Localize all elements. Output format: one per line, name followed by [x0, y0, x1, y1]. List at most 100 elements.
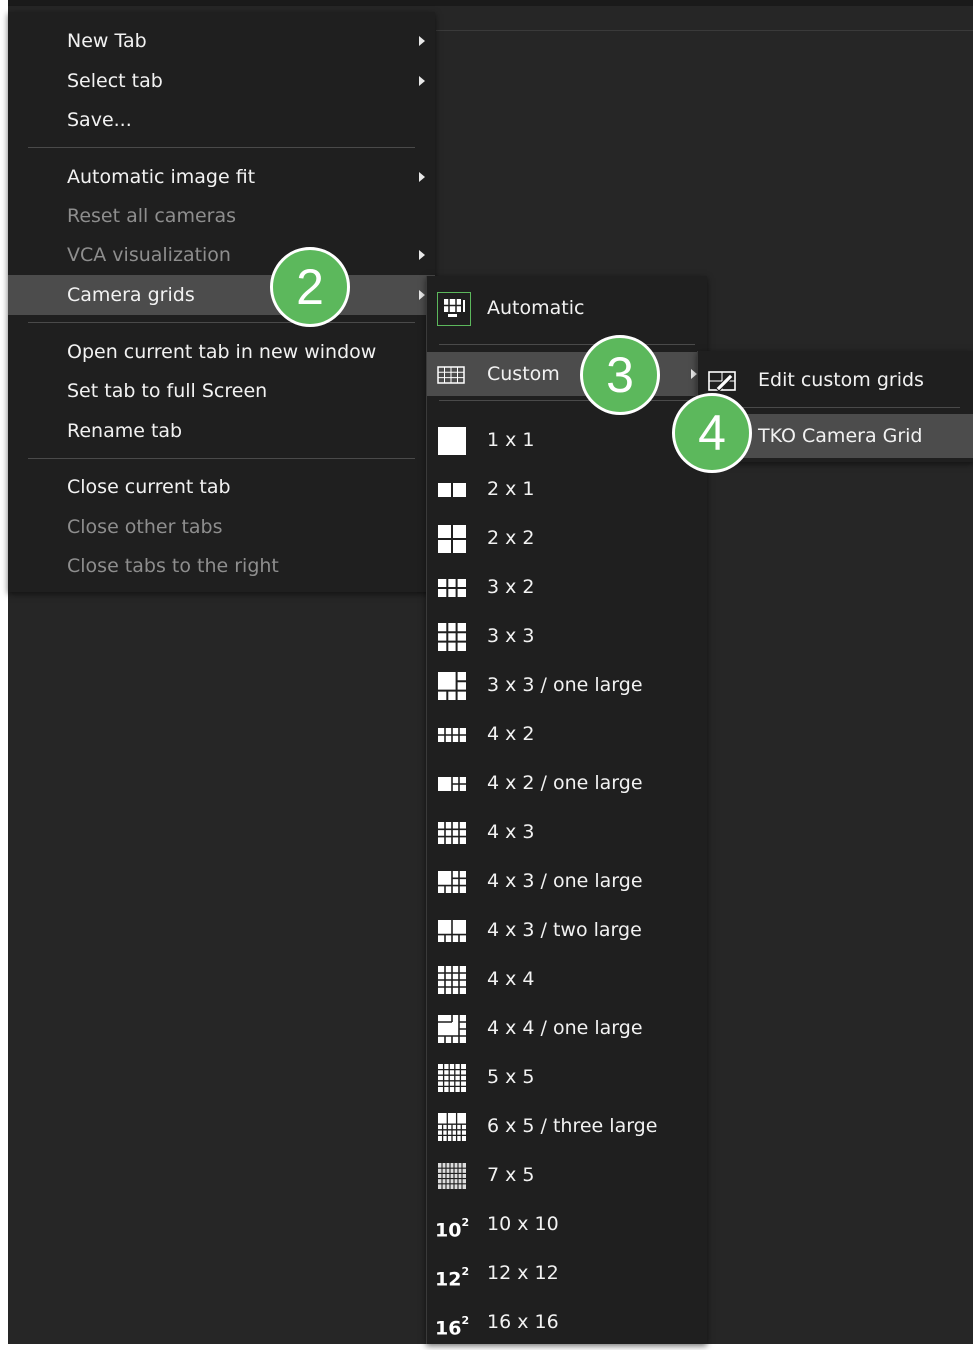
grid-3x2-icon: [437, 573, 467, 603]
menu-separator: [28, 147, 415, 148]
grid-item-custom[interactable]: Custom: [427, 352, 707, 396]
grid-item-16x16[interactable]: 162 16 x 16: [427, 1300, 707, 1344]
menu-item-label: Edit custom grids: [758, 369, 924, 391]
icon-number: 10: [435, 1219, 462, 1242]
grid-item-4x3-two-large[interactable]: 4 x 3 / two large: [427, 908, 707, 952]
grid-5x5-icon: [437, 1063, 467, 1093]
grid-item-label: 5 x 5: [487, 1066, 535, 1088]
grid-item-4x4[interactable]: 4 x 4: [427, 957, 707, 1001]
grid-item-label: 4 x 4 / one large: [487, 1017, 643, 1039]
menu-item-select-tab[interactable]: Select tab: [8, 61, 435, 101]
submenu-arrow-icon: [419, 250, 425, 260]
grid-item-label: 4 x 3 / two large: [487, 919, 642, 941]
menu-item-label: VCA visualization: [67, 244, 231, 266]
grid-item-label: 12 x 12: [487, 1262, 559, 1284]
menu-item-reset-all-cameras: Reset all cameras: [8, 196, 435, 236]
grid-6x5-three-large-icon: [437, 1112, 467, 1142]
grid-item-7x5[interactable]: 7 x 5: [427, 1153, 707, 1197]
tab-context-menu: New Tab Select tab Save... Automatic ima…: [8, 12, 435, 592]
menu-item-open-in-new-window[interactable]: Open current tab in new window: [8, 332, 435, 372]
menu-item-close-tabs-right: Close tabs to the right: [8, 546, 435, 586]
submenu-arrow-icon: [419, 290, 425, 300]
menu-item-full-screen[interactable]: Set tab to full Screen: [8, 371, 435, 411]
menu-item-label: Select tab: [67, 70, 163, 92]
grid-item-label: 16 x 16: [487, 1311, 559, 1333]
grid-item-12x12[interactable]: 122 12 x 12: [427, 1251, 707, 1295]
grid-item-5x5[interactable]: 5 x 5: [427, 1055, 707, 1099]
grid-item-2x1[interactable]: 2 x 1: [427, 467, 707, 511]
grid-item-label: 2 x 2: [487, 527, 535, 549]
menu-item-label: New Tab: [67, 30, 147, 52]
grid-item-label: 4 x 2 / one large: [487, 772, 643, 794]
grid-12x12-icon: 122: [435, 1253, 469, 1301]
menu-item-edit-custom-grids[interactable]: Edit custom grids: [698, 358, 973, 402]
menu-item-label: Close tabs to the right: [67, 555, 279, 577]
grid-item-4x3[interactable]: 4 x 3: [427, 810, 707, 854]
menu-item-close-current-tab[interactable]: Close current tab: [8, 467, 435, 507]
grid-4x2-one-large-icon: [437, 769, 467, 799]
menu-item-label: Set tab to full Screen: [67, 380, 268, 402]
grid-4x2-icon: [437, 720, 467, 750]
grid-item-4x3-one-large[interactable]: 4 x 3 / one large: [427, 859, 707, 903]
grid-3x3-icon: [437, 622, 467, 652]
submenu-arrow-icon: [419, 76, 425, 86]
step-badge-3: 3: [580, 335, 660, 415]
grid-4x3-one-large-icon: [437, 867, 467, 897]
grid-item-automatic[interactable]: Automatic: [427, 286, 707, 330]
grid-2x2-icon: [437, 524, 467, 554]
menu-item-new-tab[interactable]: New Tab: [8, 21, 435, 61]
custom-grid-icon: [437, 360, 467, 390]
icon-number: 12: [435, 1268, 462, 1291]
icon-exponent: 2: [461, 1265, 470, 1278]
menu-item-vca-visualization: VCA visualization: [8, 235, 435, 275]
menu-item-label: TKO Camera Grid: [758, 425, 923, 447]
grid-item-4x2[interactable]: 4 x 2: [427, 712, 707, 756]
grid-4x3-icon: [437, 818, 467, 848]
grid-item-10x10[interactable]: 102 10 x 10: [427, 1202, 707, 1246]
menu-item-label: Automatic image fit: [67, 166, 256, 188]
grid-2x1-icon: [437, 475, 467, 505]
grid-item-2x2[interactable]: 2 x 2: [427, 516, 707, 560]
menu-separator: [710, 407, 960, 408]
grid-3x3-one-large-icon: [437, 671, 467, 701]
icon-exponent: 2: [461, 1216, 470, 1229]
menu-item-save[interactable]: Save...: [8, 100, 435, 140]
menu-item-label: Rename tab: [67, 420, 183, 442]
grid-item-4x2-one-large[interactable]: 4 x 2 / one large: [427, 761, 707, 805]
grid-item-6x5-three-large[interactable]: 6 x 5 / three large: [427, 1104, 707, 1148]
menu-item-label: Open current tab in new window: [67, 341, 377, 363]
menu-item-label: Close other tabs: [67, 516, 223, 538]
grid-4x3-two-large-icon: [437, 916, 467, 946]
grid-item-3x2[interactable]: 3 x 2: [427, 565, 707, 609]
grid-4x4-icon: [437, 965, 467, 995]
grid-item-4x4-one-large[interactable]: 4 x 4 / one large: [427, 1006, 707, 1050]
grid-item-label: 4 x 2: [487, 723, 535, 745]
tab-strip-line: [436, 30, 973, 31]
grid-item-label: 2 x 1: [487, 478, 535, 500]
grid-item-3x3[interactable]: 3 x 3: [427, 614, 707, 658]
grid-item-label: 4 x 4: [487, 968, 535, 990]
menu-separator: [439, 344, 695, 345]
menu-item-camera-grids[interactable]: Camera grids: [8, 275, 435, 315]
menu-item-rename-tab[interactable]: Rename tab: [8, 411, 435, 451]
submenu-arrow-icon: [419, 172, 425, 182]
grid-item-label: 6 x 5 / three large: [487, 1115, 658, 1137]
grid-item-label: Custom: [487, 363, 560, 385]
grid-item-label: 7 x 5: [487, 1164, 535, 1186]
menu-item-label: Reset all cameras: [67, 205, 236, 227]
menu-separator: [28, 322, 415, 323]
menu-item-close-other-tabs: Close other tabs: [8, 507, 435, 547]
grid-item-1x1[interactable]: 1 x 1: [427, 418, 707, 462]
grid-item-label: 3 x 2: [487, 576, 535, 598]
menu-separator: [439, 400, 695, 401]
menu-item-label: Save...: [67, 109, 132, 131]
icon-exponent: 2: [461, 1314, 470, 1327]
grid-item-label: 4 x 3: [487, 821, 535, 843]
menu-item-automatic-image-fit[interactable]: Automatic image fit: [8, 157, 435, 197]
grid-item-label: 4 x 3 / one large: [487, 870, 643, 892]
grid-item-label: 10 x 10: [487, 1213, 559, 1235]
grid-10x10-icon: 102: [435, 1204, 469, 1252]
grid-7x5-icon: [437, 1161, 467, 1191]
grid-item-3x3-one-large[interactable]: 3 x 3 / one large: [427, 663, 707, 707]
submenu-arrow-icon: [419, 36, 425, 46]
